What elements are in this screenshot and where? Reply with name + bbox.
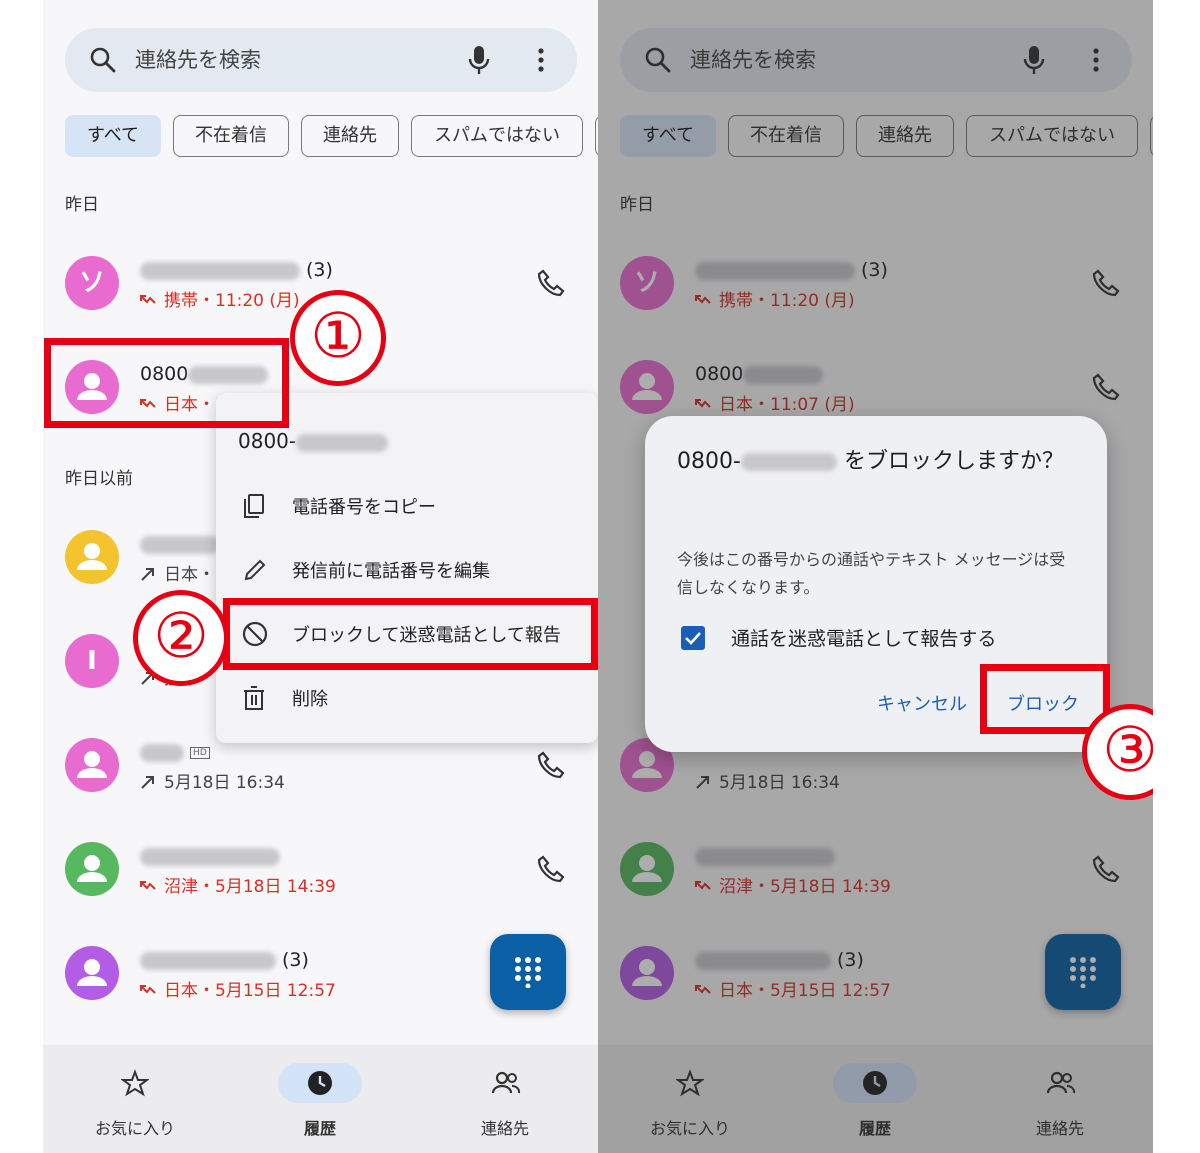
report-spam-checkbox[interactable]	[681, 626, 705, 650]
person-icon	[77, 543, 107, 570]
dialog-body: 今後はこの番号からの通話やテキスト メッセージは受信しなくなります。	[677, 550, 1066, 597]
search-icon	[90, 47, 116, 73]
star-icon	[121, 1069, 149, 1097]
menu-copy-number[interactable]: 電話番号をコピー	[216, 473, 598, 537]
caller-name: HD	[140, 740, 210, 764]
highlight-box-row	[44, 338, 289, 428]
missed-call-icon	[140, 295, 156, 304]
nav-history[interactable]: 履歴	[245, 1045, 395, 1153]
chip-missed[interactable]: 不在着信	[173, 115, 289, 157]
section-earlier: 昨日以前	[65, 469, 133, 489]
call-row[interactable]: 沼津・5月18日 14:39	[43, 842, 598, 932]
menu-delete[interactable]: 削除	[216, 665, 598, 729]
checkmark-icon	[685, 632, 701, 645]
missed-call-icon	[140, 881, 156, 890]
highlight-box-block-item	[223, 598, 598, 670]
chip-not-spam[interactable]: スパムではない	[411, 115, 583, 157]
call-history-screen-left: 連絡先を検索 すべて 不在着信 連絡先 スパムではない 昨日 ソ (3) 携帯・…	[43, 0, 598, 1153]
dialog-title: 0800- をブロックしますか？	[677, 449, 1064, 474]
caller-number: (3)	[140, 948, 309, 972]
hd-badge: HD	[190, 746, 210, 759]
chip-all[interactable]: すべて	[65, 115, 161, 157]
phone-icon[interactable]	[535, 750, 565, 780]
call-context-menu: 0800- 電話番号をコピー 発信前に電話番号を編集 ブロックして迷惑電話として…	[216, 393, 598, 743]
call-history-screen-right: 連絡先を検索 すべて 不在着信 連絡先 スパムではない 昨日 ソ (3) 携帯・…	[598, 0, 1153, 1153]
call-meta: 日本・	[140, 564, 215, 586]
section-yesterday: 昨日	[65, 195, 99, 215]
search-bar[interactable]: 連絡先を検索	[65, 28, 577, 92]
caller-name: (3)	[140, 258, 333, 282]
pencil-icon	[244, 559, 266, 581]
avatar: ソ	[65, 256, 119, 310]
person-icon	[77, 959, 107, 986]
call-meta: 5月18日 16:34	[140, 772, 285, 794]
menu-edit-number[interactable]: 発信前に電話番号を編集	[216, 537, 598, 601]
caller-number	[140, 844, 280, 868]
step-marker-1: ①	[290, 290, 386, 386]
person-icon	[77, 855, 107, 882]
copy-icon	[244, 494, 264, 518]
microphone-icon[interactable]	[467, 44, 491, 76]
call-meta: 携帯・11:20 (月)	[140, 290, 300, 312]
avatar	[65, 530, 119, 584]
avatar: I	[65, 634, 119, 688]
filter-chips: すべて 不在着信 連絡先 スパムではない	[65, 115, 598, 157]
call-count: (3)	[306, 259, 333, 281]
call-count: (3)	[282, 949, 309, 971]
report-spam-label: 通話を迷惑電話として報告する	[731, 628, 997, 650]
caller-name	[140, 532, 220, 556]
outgoing-call-icon	[141, 568, 154, 581]
nav-favorites[interactable]: お気に入り	[60, 1045, 210, 1153]
phone-icon[interactable]	[535, 268, 565, 298]
trash-icon	[244, 686, 264, 710]
more-options-icon[interactable]	[529, 46, 553, 74]
avatar	[65, 842, 119, 896]
avatar	[65, 946, 119, 1000]
cancel-button[interactable]: キャンセル	[877, 690, 967, 716]
chip-contacts[interactable]: 連絡先	[301, 115, 399, 157]
dialpad-button[interactable]	[490, 934, 566, 1010]
phone-icon[interactable]	[535, 854, 565, 884]
nav-contacts[interactable]: 連絡先	[430, 1045, 580, 1153]
contacts-icon	[491, 1071, 521, 1094]
avatar	[65, 738, 119, 792]
call-row[interactable]: HD 5月18日 16:34	[43, 738, 598, 828]
menu-title: 0800-	[238, 429, 389, 453]
search-placeholder: 連絡先を検索	[135, 48, 261, 72]
clock-icon	[308, 1071, 332, 1095]
outgoing-call-icon	[141, 776, 154, 789]
step-marker-2: ②	[133, 590, 229, 686]
call-meta: 日本・5月15日 12:57	[140, 980, 336, 1002]
person-icon	[77, 751, 107, 778]
missed-call-icon	[140, 985, 156, 994]
dialpad-icon	[515, 957, 541, 988]
bottom-navigation: お気に入り 履歴 連絡先	[43, 1045, 598, 1153]
call-meta: 沼津・5月18日 14:39	[140, 876, 336, 898]
